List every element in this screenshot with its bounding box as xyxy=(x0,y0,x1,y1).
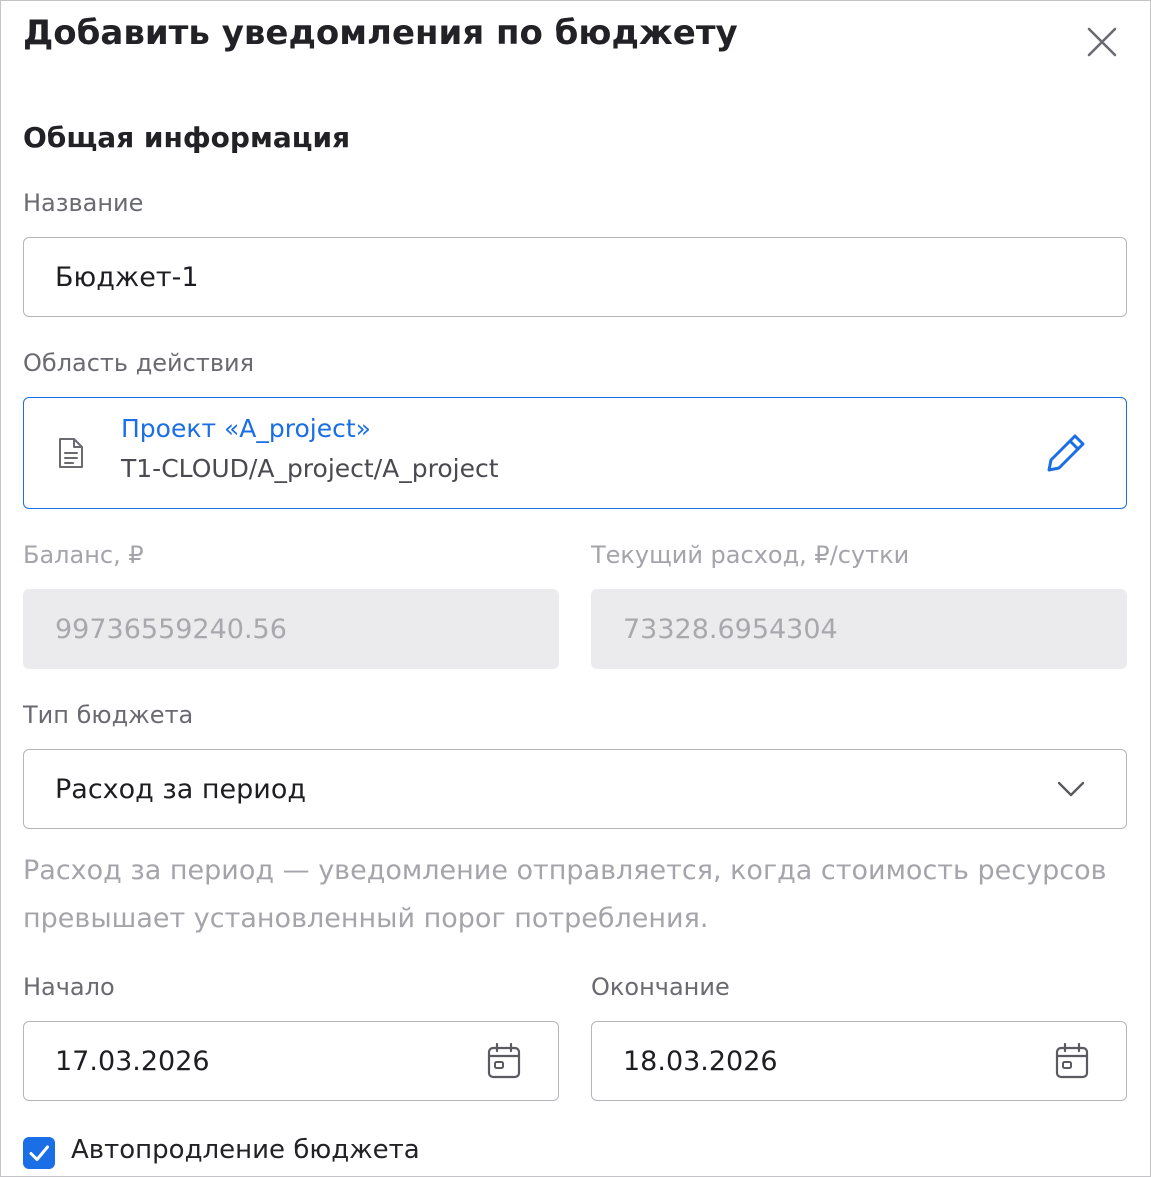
section-title-general: Общая информация xyxy=(23,121,351,154)
calendar-icon[interactable] xyxy=(1054,1042,1090,1080)
name-label: Название xyxy=(23,189,144,217)
auto-renew-label[interactable]: Автопродление бюджета xyxy=(71,1135,420,1165)
start-date-input[interactable]: 17.03.2026 xyxy=(23,1021,559,1101)
expense-value: 73328.6954304 xyxy=(623,613,838,645)
expense-input: 73328.6954304 xyxy=(591,589,1127,669)
start-date-value: 17.03.2026 xyxy=(55,1045,210,1077)
calendar-icon[interactable] xyxy=(486,1042,522,1080)
end-date-input[interactable]: 18.03.2026 xyxy=(591,1021,1127,1101)
close-icon xyxy=(1087,27,1117,57)
checkmark-icon xyxy=(29,1145,49,1161)
name-input[interactable]: Бюджет-1 xyxy=(23,237,1127,317)
budget-type-value: Расход за период xyxy=(55,773,307,805)
chevron-down-icon xyxy=(1057,781,1085,797)
balance-label: Баланс, ₽ xyxy=(23,541,144,569)
document-icon xyxy=(59,438,83,468)
budget-type-select[interactable]: Расход за период xyxy=(23,749,1127,829)
balance-input: 99736559240.56 xyxy=(23,589,559,669)
auto-renew-checkbox[interactable] xyxy=(23,1137,55,1169)
budget-type-label: Тип бюджета xyxy=(23,701,194,729)
end-date-value: 18.03.2026 xyxy=(623,1045,778,1077)
edit-scope-button[interactable] xyxy=(1041,428,1091,478)
scope-project-path: T1-CLOUD/A_project/A_project xyxy=(121,454,499,483)
end-date-label: Окончание xyxy=(591,973,730,1001)
scope-field[interactable]: Проект «A_project» T1-CLOUD/A_project/A_… xyxy=(23,397,1127,509)
balance-value: 99736559240.56 xyxy=(55,613,287,645)
scope-label: Область действия xyxy=(23,349,254,377)
start-date-label: Начало xyxy=(23,973,115,1001)
budget-type-hint: Расход за период — уведомление отправляе… xyxy=(23,855,1107,934)
scope-project-name[interactable]: Проект «A_project» xyxy=(121,414,371,443)
name-input-value: Бюджет-1 xyxy=(55,261,199,293)
dialog-title: Добавить уведомления по бюджету xyxy=(23,13,738,53)
budget-notification-dialog: Добавить уведомления по бюджету Общая ин… xyxy=(0,0,1151,1177)
expense-label: Текущий расход, ₽/сутки xyxy=(591,541,910,569)
close-button[interactable] xyxy=(1083,23,1121,61)
pencil-icon xyxy=(1047,434,1085,472)
